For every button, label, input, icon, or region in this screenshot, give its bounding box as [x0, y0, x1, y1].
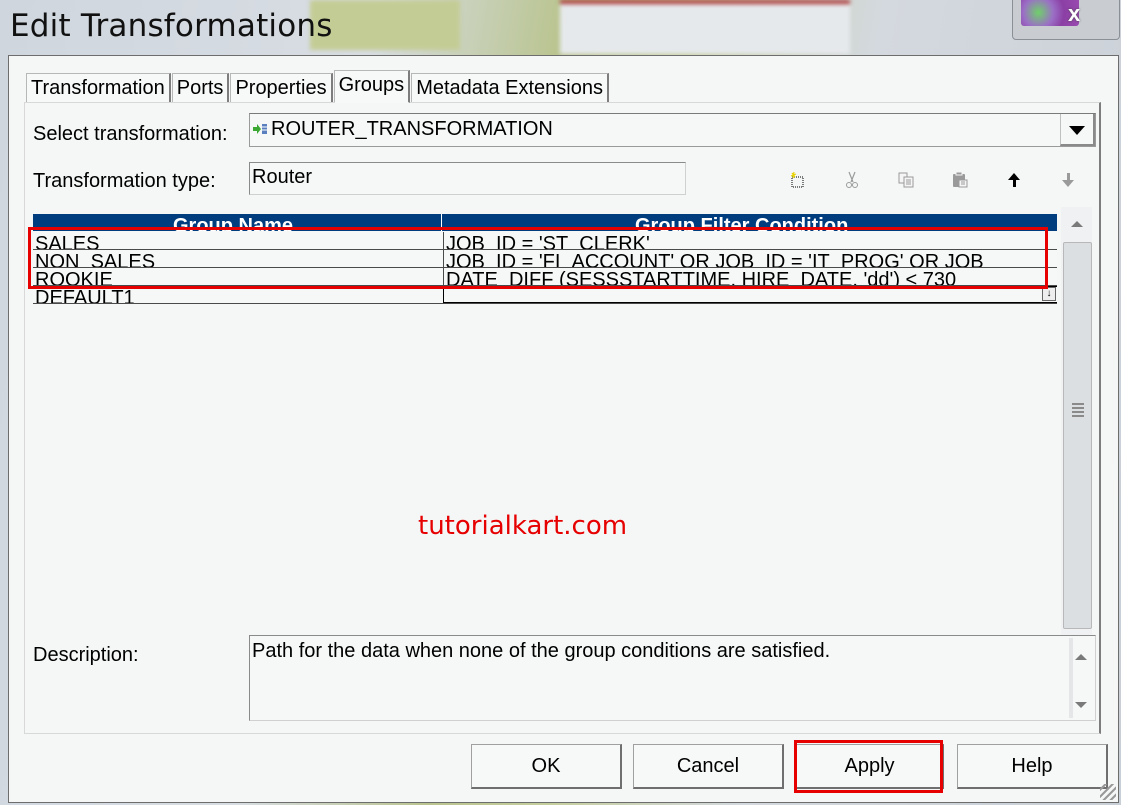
description-label: Description: [33, 644, 139, 666]
grip-icon [1072, 403, 1084, 417]
scrollbar-thumb[interactable] [1063, 242, 1092, 629]
cut-icon[interactable] [843, 171, 861, 189]
paste-icon[interactable] [951, 171, 969, 189]
groups-table: Group Name Group Filter Condition SALES … [33, 214, 1057, 304]
group-name-cell[interactable]: SALES [35, 232, 439, 249]
tab-ports[interactable]: Ports [171, 73, 230, 102]
description-textarea[interactable]: Path for the data when none of the group… [249, 635, 1096, 721]
tab-groups[interactable]: Groups [333, 70, 411, 103]
ok-button[interactable]: OK [471, 744, 622, 789]
cancel-button[interactable]: Cancel [633, 744, 784, 789]
column-header-group-name[interactable]: Group Name [173, 214, 293, 231]
table-header: Group Name Group Filter Condition [33, 214, 1057, 231]
description-scrollbar[interactable] [1069, 638, 1091, 718]
table-row[interactable]: DEFAULT1 ↓ [33, 286, 1057, 304]
group-filter-cell[interactable]: JOB_ID = 'FI_ACCOUNT' OR JOB_ID = 'IT_PR… [443, 250, 1057, 267]
table-row[interactable]: SALES JOB_ID = 'ST_CLERK' [33, 232, 1057, 250]
copy-icon[interactable] [897, 171, 915, 189]
apply-button[interactable]: Apply [796, 744, 944, 789]
tab-transformation[interactable]: Transformation [26, 73, 171, 102]
close-button[interactable]: x [1012, 0, 1120, 40]
column-separator [441, 214, 442, 231]
select-transformation-dropdown[interactable]: ROUTER_TRANSFORMATION [249, 113, 1096, 147]
help-button[interactable]: Help [957, 744, 1108, 789]
group-filter-cell[interactable] [443, 286, 1057, 303]
transformation-type-field: Router [249, 162, 686, 195]
select-transformation-label: Select transformation: [33, 123, 228, 145]
new-group-icon[interactable] [789, 171, 807, 189]
group-filter-cell[interactable]: DATE_DIFF (SESSSTARTTIME, HIRE_DATE, 'dd… [443, 268, 1057, 285]
groups-vertical-scrollbar[interactable] [1061, 207, 1092, 670]
watermark-text: tutorialkart.com [418, 511, 628, 541]
tab-bar: Transformation Ports Properties Groups M… [26, 70, 610, 103]
groups-panel: Select transformation: ROUTER_TRANSFORMA… [24, 102, 1101, 734]
transformation-type-label: Transformation type: [33, 170, 216, 192]
chevron-down-icon[interactable] [1060, 114, 1095, 146]
scroll-up-icon[interactable] [1071, 221, 1083, 227]
transformation-type-value: Router [252, 166, 313, 188]
group-name-cell[interactable]: ROOKIE [35, 268, 439, 285]
table-row[interactable]: NON_SALES JOB_ID = 'FI_ACCOUNT' OR JOB_I… [33, 250, 1057, 268]
group-name-cell[interactable]: NON_SALES [35, 250, 439, 267]
description-value: Path for the data when none of the group… [252, 640, 831, 662]
tab-metadata-extensions[interactable]: Metadata Extensions [411, 73, 609, 102]
select-transformation-value: ROUTER_TRANSFORMATION [271, 118, 553, 140]
scroll-down-icon[interactable] [1075, 702, 1087, 708]
tab-properties[interactable]: Properties [230, 73, 333, 102]
resize-grip-icon[interactable] [1100, 784, 1116, 800]
column-header-group-filter-condition[interactable]: Group Filter Condition [635, 214, 848, 231]
expression-editor-button[interactable]: ↓ [1042, 287, 1056, 301]
router-transformation-icon [253, 124, 267, 134]
edit-transformations-dialog: Transformation Ports Properties Groups M… [8, 55, 1119, 803]
move-up-icon[interactable] [1005, 171, 1023, 189]
group-name-cell[interactable]: DEFAULT1 [35, 286, 439, 303]
move-down-icon[interactable] [1059, 171, 1077, 189]
close-icon: x [1068, 1, 1081, 26]
background-window [560, 0, 850, 54]
group-filter-cell[interactable]: JOB_ID = 'ST_CLERK' [443, 232, 1057, 249]
scroll-up-icon[interactable] [1075, 654, 1087, 660]
table-row[interactable]: ROOKIE DATE_DIFF (SESSSTARTTIME, HIRE_DA… [33, 268, 1057, 286]
window-title: Edit Transformations [10, 8, 333, 44]
